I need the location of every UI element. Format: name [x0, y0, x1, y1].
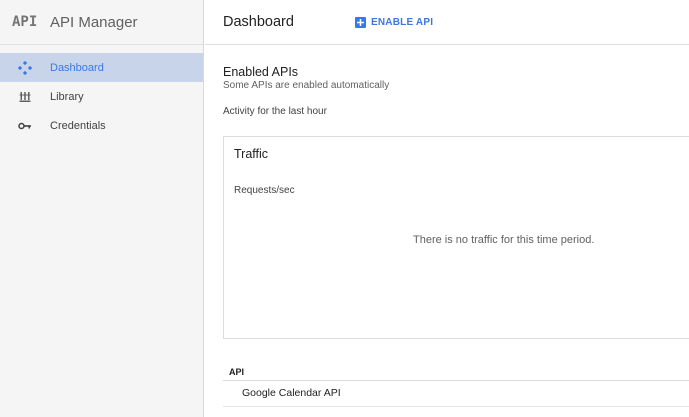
dashboard-diamond-icon	[18, 60, 32, 75]
sidebar-header: API API Manager	[0, 0, 203, 45]
sidebar-item-label: Credentials	[50, 119, 106, 132]
column-header-api: API	[229, 367, 245, 377]
enable-api-label: ENABLE API	[371, 16, 434, 28]
sidebar-nav: Dashboard Library Credentials	[0, 53, 203, 140]
activity-label: Activity for the last hour	[223, 106, 327, 117]
enable-api-button[interactable]: ENABLE API	[355, 16, 434, 28]
plus-box-icon	[355, 16, 366, 28]
app-title: API Manager	[50, 13, 138, 31]
library-icon	[18, 90, 32, 104]
table-row[interactable]: Google Calendar API	[223, 381, 689, 407]
traffic-card-title: Traffic	[234, 147, 269, 161]
sidebar-item-library[interactable]: Library	[0, 82, 203, 111]
api-logo: API	[12, 14, 38, 30]
api-name-cell[interactable]: Google Calendar API	[242, 387, 341, 399]
traffic-axis-label: Requests/sec	[234, 185, 295, 196]
sidebar-item-dashboard[interactable]: Dashboard	[0, 53, 203, 82]
section-subtitle: Some APIs are enabled automatically	[223, 80, 390, 91]
sidebar: API API Manager Dashboard Library Creden…	[0, 0, 204, 417]
section-title: Enabled APIs	[223, 65, 299, 79]
key-icon	[18, 119, 32, 133]
sidebar-item-credentials[interactable]: Credentials	[0, 111, 203, 140]
page-title: Dashboard	[223, 14, 294, 30]
traffic-empty-message: There is no traffic for this time period…	[413, 234, 595, 246]
sidebar-item-label: Library	[50, 90, 84, 103]
sidebar-item-label: Dashboard	[50, 61, 104, 74]
top-bar: Dashboard ENABLE API	[205, 0, 689, 45]
traffic-card: Traffic Requests/sec There is no traffic…	[223, 136, 689, 339]
main-content: Dashboard ENABLE API Enabled APIs Some A…	[205, 0, 689, 417]
api-table-header: API	[223, 362, 689, 381]
